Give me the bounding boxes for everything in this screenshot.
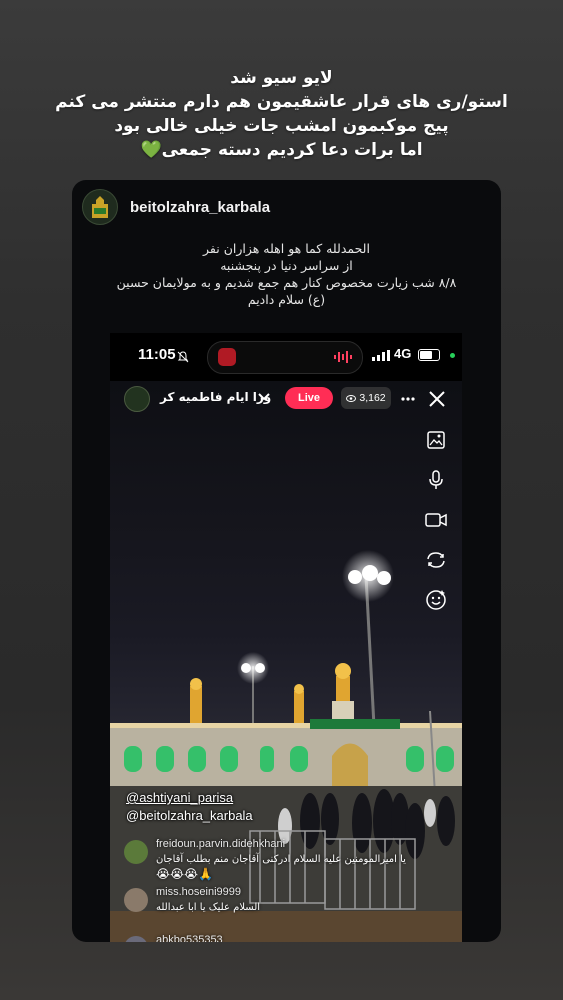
viewer-count: 3,162 [359,392,386,404]
comment-body: یا امیرالمومنین علیه السلام ادرکنی آقاجا… [156,854,406,865]
comment-username[interactable]: abkbo535353 [156,934,223,942]
story-line: پیج موکبمون امشب جات خیلی خالی بود [114,116,449,136]
comment-item: miss.hoseini9999 السلام علیک یا ابا عبدا… [120,884,442,932]
chevron-down-icon[interactable] [258,393,270,401]
network-label: 4G [394,346,412,361]
live-video[interactable]: ورا ایام فاطمیه کر Live 3,162 @ashtiyani… [110,381,462,942]
video-camera-icon[interactable] [423,507,449,533]
post-username[interactable]: beitolzahra_karbala [130,199,270,216]
dynamic-island [207,341,363,374]
phone-screenshot: 11:05 4G ورا ایام فاطمیه کر Live 3,162 @… [110,333,462,942]
mention-tags: @ashtiyani_parisa @beitolzahra_karbala [126,789,253,825]
comment-emoji: 🙏😭😭😭 [156,867,214,881]
comment-avatar[interactable] [124,936,148,942]
comment-item: abkbo535353 [120,932,442,942]
story-line: استو/ری های قرار عاشقیمون هم دارم منتشر … [55,92,508,112]
caption-line: الحمدلله کما هو اهله هزاران نفر [203,241,370,256]
story-line: لایو سیو شد [230,68,333,88]
mention-tag[interactable]: @beitolzahra_karbala [126,807,253,825]
post-avatar[interactable] [82,189,118,225]
caption-line: (ع) سلام دادیم [247,292,326,307]
status-bar: 11:05 4G [110,333,462,379]
comment-avatar[interactable] [124,888,148,912]
live-host-avatar[interactable] [124,386,150,412]
signal-icon [372,350,390,361]
live-top-bar: ورا ایام فاطمیه کر Live 3,162 [110,381,462,417]
mention-tag[interactable]: @ashtiyani_parisa [126,789,253,807]
effects-icon[interactable] [423,587,449,613]
post-caption: الحمدلله کما هو اهله هزاران نفر از سراسر… [72,240,501,308]
status-time: 11:05 [138,346,176,363]
comment-username[interactable]: miss.hoseini9999 [156,886,241,898]
shared-post-card[interactable]: beitolzahra_karbala الحمدلله کما هو اهله… [72,180,501,942]
comment-body: السلام علیک یا ابا عبدالله [156,902,261,913]
battery-icon [418,349,440,361]
live-comments: freidoun.parvin.didehkhani یا امیرالمومن… [120,836,442,942]
comment-text: یا امیرالمومنین علیه السلام ادرکنی آقاجا… [156,853,406,881]
comment-avatar[interactable] [124,840,148,864]
audio-wave-icon [334,351,352,363]
story-line: اما برات دعا کردیم دسته جمعی💚 [140,140,423,160]
caption-line: از سراسر دنیا در پنجشنبه [220,258,353,273]
comment-item: freidoun.parvin.didehkhani یا امیرالمومن… [120,836,442,884]
bell-muted-icon [177,348,189,367]
eye-icon [346,394,357,402]
privacy-indicator [450,353,455,358]
comment-username[interactable]: freidoun.parvin.didehkhani [156,838,285,850]
more-icon[interactable] [400,391,416,407]
switch-camera-icon[interactable] [423,547,449,573]
microphone-icon[interactable] [423,467,449,493]
caption-line: ۸/۸ شب زیارت مخصوص کنار هم جمع شدیم و به… [116,275,457,290]
viewer-count-badge[interactable]: 3,162 [341,387,391,409]
image-icon[interactable] [423,427,449,453]
story-text: لایو سیو شد استو/ری های قرار عاشقیمون هم… [0,66,563,162]
app-icon [218,348,236,366]
comment-text: السلام علیک یا ابا عبدالله [156,901,260,915]
post-header[interactable]: beitolzahra_karbala [82,189,270,225]
close-icon[interactable] [428,390,446,408]
live-title[interactable]: ورا ایام فاطمیه کر [160,390,271,404]
live-badge: Live [285,387,333,409]
